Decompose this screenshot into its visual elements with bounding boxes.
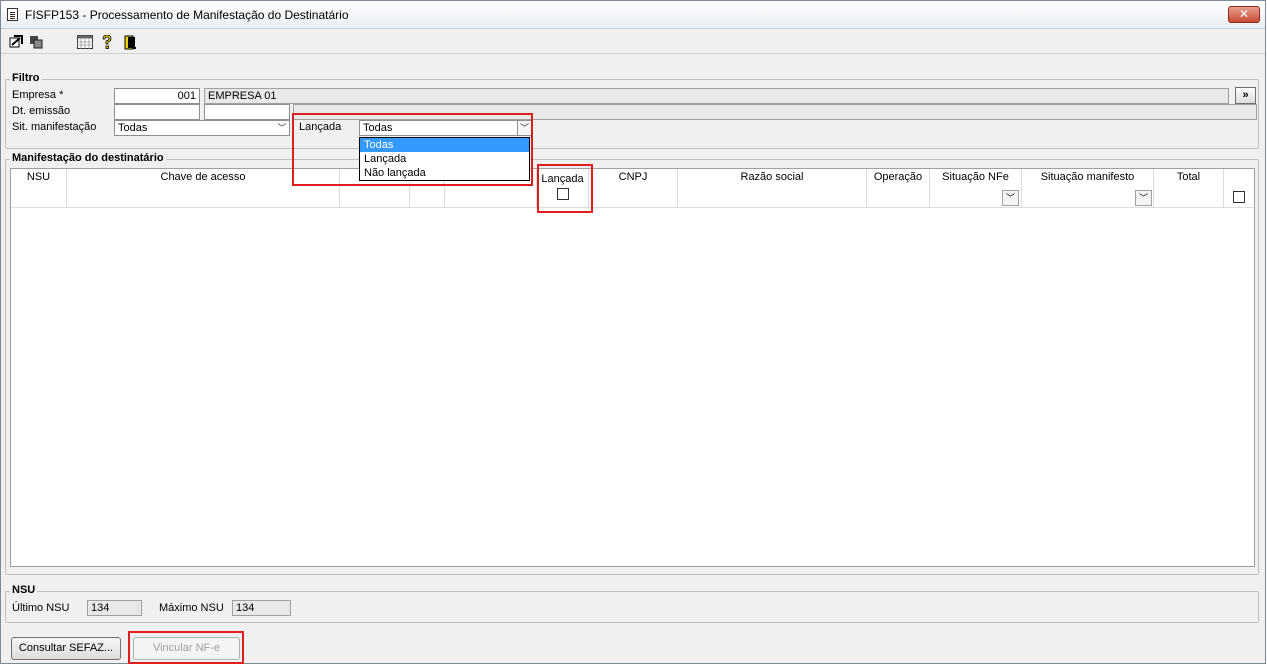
dt-emissao-from-field[interactable] [114, 104, 200, 120]
expand-button[interactable]: » [1235, 87, 1256, 104]
ultimo-nsu-label: Último NSU [12, 602, 70, 614]
col-select-all[interactable] [1224, 169, 1254, 208]
help-icon[interactable] [101, 35, 115, 49]
dt-emissao-extra-field [293, 104, 1257, 120]
maximo-nsu-field: 134 [232, 600, 291, 616]
col-chave-acesso[interactable]: Chave de acesso [67, 169, 340, 208]
dt-emissao-label: Dt. emissão [12, 105, 71, 117]
title-bar: FISFP153 - Processamento de Manifestação… [1, 1, 1265, 29]
empresa-code-field[interactable]: 001 [114, 88, 200, 104]
dropdown-option-todas[interactable]: Todas [360, 138, 529, 152]
dropdown-option-lancada[interactable]: Lançada [360, 152, 529, 166]
chevron-down-icon[interactable]: ﹀ [1135, 190, 1152, 206]
window-title: FISFP153 - Processamento de Manifestação… [25, 8, 349, 22]
ultimo-nsu-field: 134 [87, 600, 142, 616]
col-situacao-nfe-label: Situação NFe [942, 171, 1009, 183]
chevron-down-icon[interactable]: ﹀ [275, 121, 289, 135]
export-icon[interactable] [9, 35, 23, 49]
col-cnpj[interactable]: CNPJ [589, 169, 678, 208]
col-lancada[interactable]: Lançada [537, 169, 589, 208]
copy-icon[interactable] [29, 35, 43, 49]
calendar-grid-icon[interactable] [77, 35, 93, 49]
close-button[interactable]: ✕ [1228, 6, 1260, 23]
empresa-label: Empresa * [12, 89, 64, 101]
lancada-label: Lançada [299, 121, 342, 133]
empresa-name-field: EMPRESA 01 [204, 88, 1229, 104]
lancada-dropdown-list[interactable]: Todas Lançada Não lançada [359, 137, 530, 181]
manifestacao-group-label: Manifestação do destinatário [10, 152, 166, 164]
col-lancada-label: Lançada [541, 173, 584, 185]
col-razao-social[interactable]: Razão social [678, 169, 867, 208]
manifestacao-table[interactable]: NSU Chave de acesso Lançada CNPJ Razão s… [10, 168, 1255, 567]
col-situacao-manifesto-label: Situação manifesto [1040, 171, 1135, 183]
col-situacao-nfe[interactable]: Situação NFe ﹀ [930, 169, 1022, 208]
col-nsu[interactable]: NSU [11, 169, 67, 208]
main-window: FISFP153 - Processamento de Manifestação… [0, 0, 1266, 664]
col-total[interactable]: Total [1154, 169, 1224, 208]
filter-group-label: Filtro [10, 72, 42, 84]
sit-manifestacao-select[interactable]: Todas ﹀ [114, 120, 290, 136]
table-header: NSU Chave de acesso Lançada CNPJ Razão s… [11, 169, 1254, 208]
sit-manifestacao-value: Todas [118, 122, 148, 134]
lancada-value: Todas [363, 122, 393, 134]
chevron-down-icon[interactable]: ﹀ [517, 121, 531, 135]
col-situacao-manifesto[interactable]: Situação manifesto ﹀ [1022, 169, 1154, 208]
chevron-down-icon[interactable]: ﹀ [1002, 190, 1019, 206]
lancada-select[interactable]: Todas ﹀ [359, 120, 532, 136]
vincular-nfe-button[interactable]: Vincular NF-e [133, 637, 240, 660]
col-operacao[interactable]: Operação [867, 169, 930, 208]
toolbar [1, 30, 1265, 54]
consultar-sefaz-button[interactable]: Consultar SEFAZ... [11, 637, 121, 660]
sit-manifestacao-label: Sit. manifestação [12, 121, 97, 133]
dt-emissao-to-field[interactable] [204, 104, 290, 120]
nsu-group-label: NSU [10, 584, 38, 596]
dropdown-option-nao-lancada[interactable]: Não lançada [360, 166, 529, 180]
exit-door-icon[interactable] [123, 35, 137, 50]
document-icon [7, 8, 18, 21]
lancada-all-checkbox[interactable] [556, 188, 569, 200]
select-all-checkbox[interactable] [1233, 191, 1245, 203]
maximo-nsu-label: Máximo NSU [159, 602, 224, 614]
